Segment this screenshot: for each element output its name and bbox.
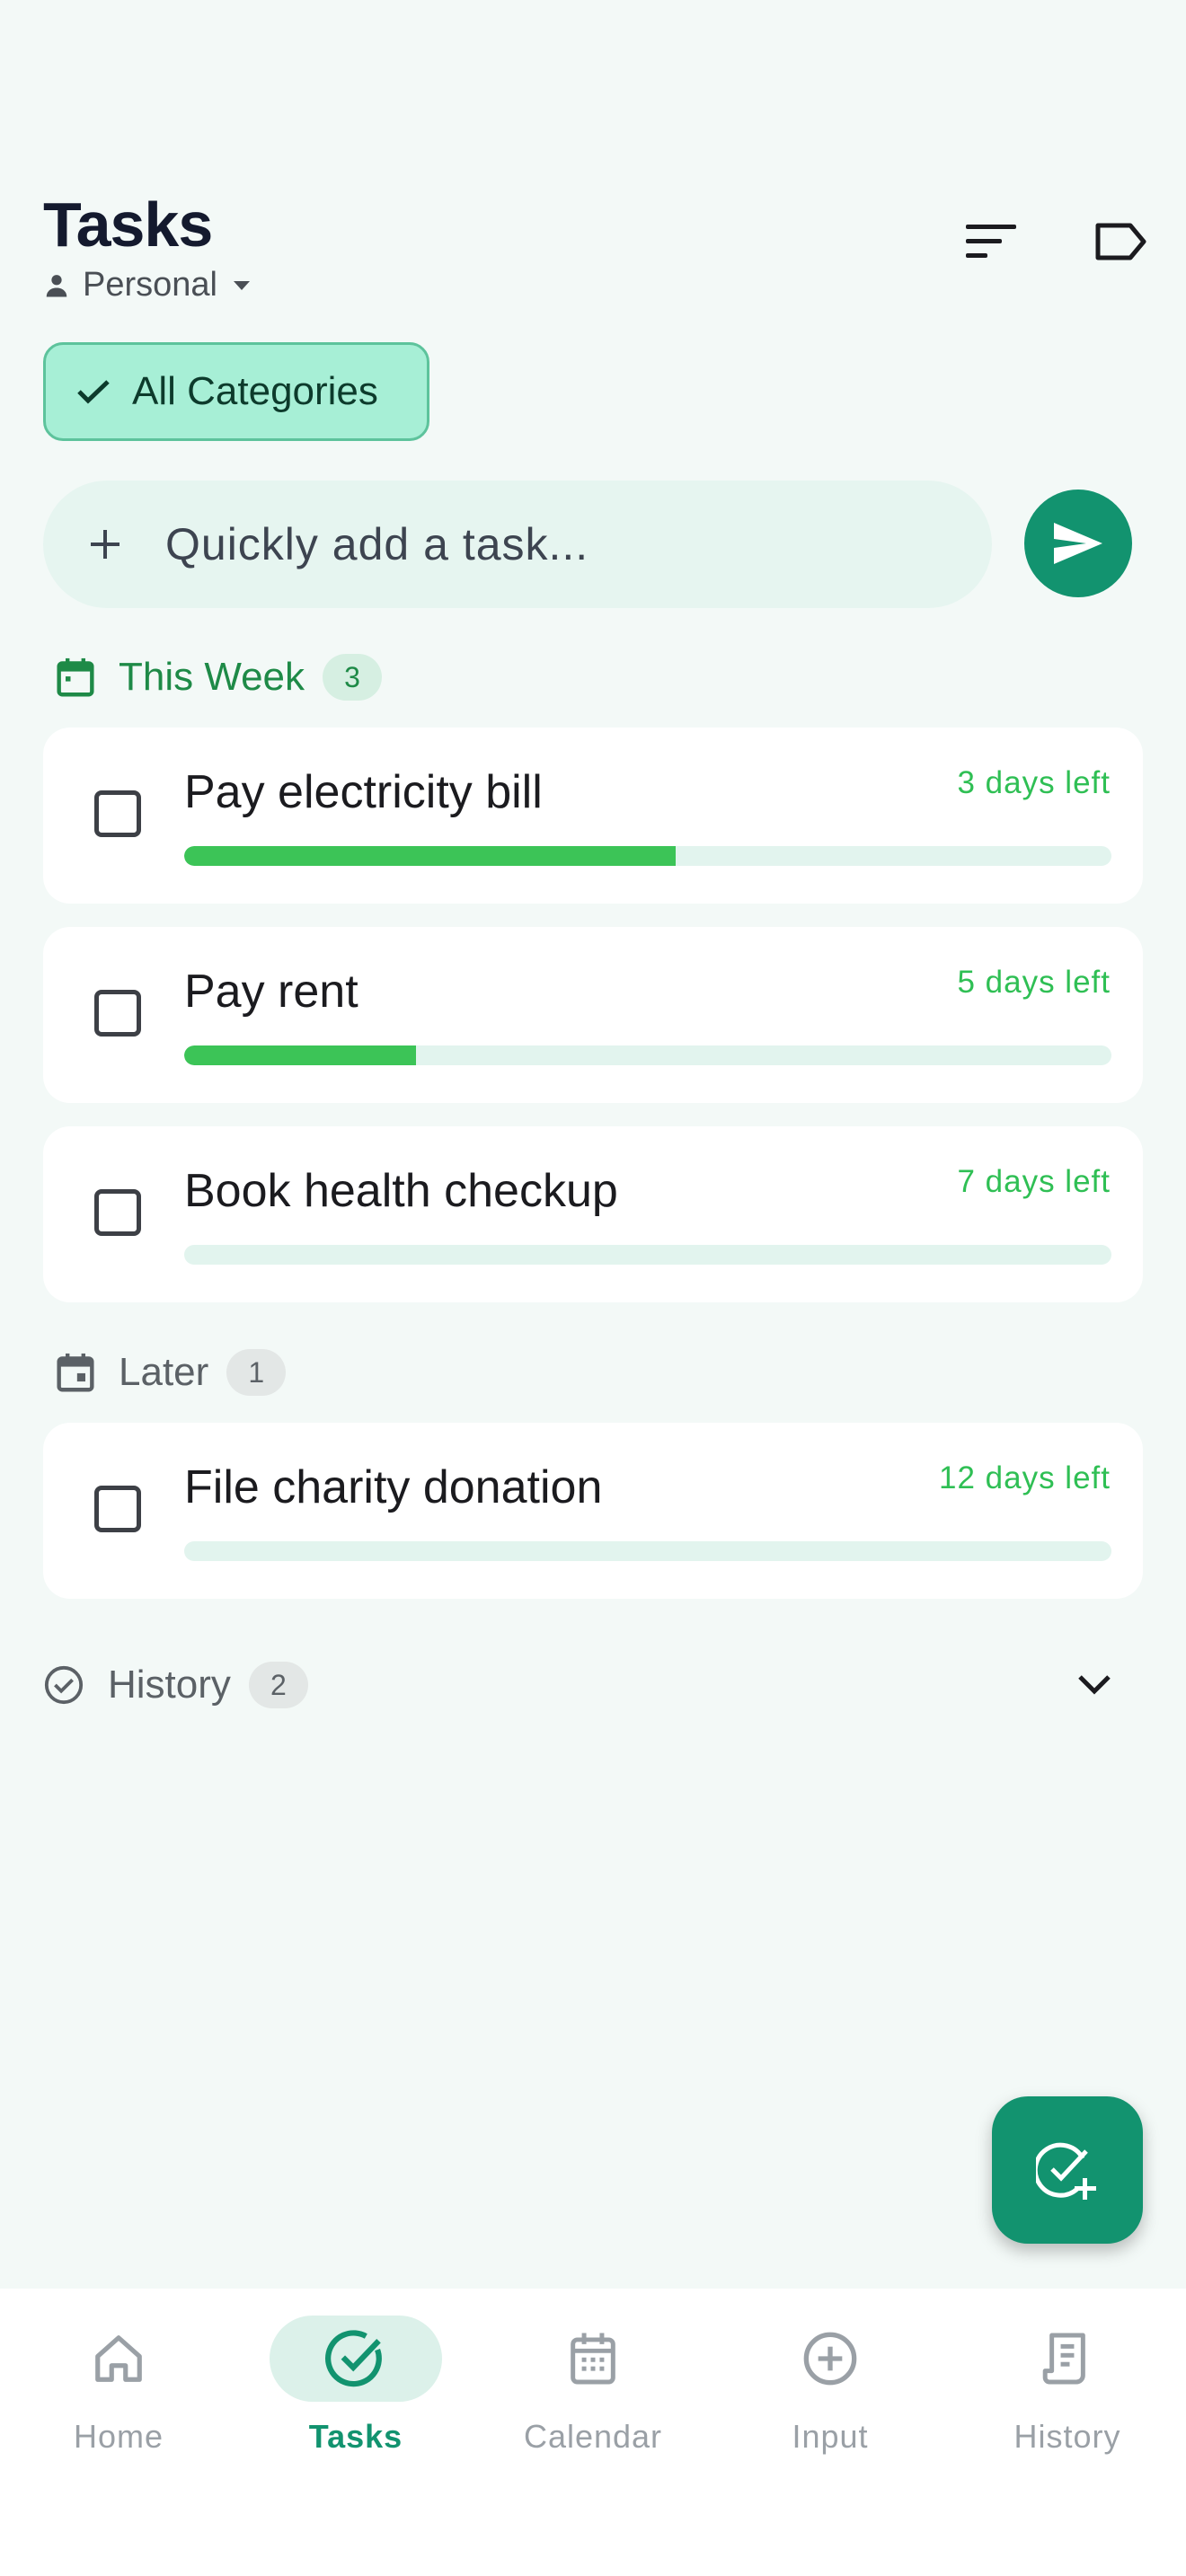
chip-label: All Categories	[132, 369, 378, 413]
send-button[interactable]	[1024, 490, 1132, 597]
task-name: Pay electricity bill	[184, 766, 543, 818]
task-progress-fill	[184, 846, 676, 866]
nav-label: Calendar	[523, 2418, 663, 2455]
home-icon	[95, 2335, 142, 2382]
task-checkbox[interactable]	[94, 1486, 141, 1532]
sort-icon	[966, 225, 1016, 258]
labels-button[interactable]	[1080, 201, 1161, 282]
add-task-fab[interactable]	[992, 2096, 1143, 2244]
history-section-header[interactable]: History 2	[43, 1662, 1112, 1708]
section-title: Later	[119, 1350, 209, 1394]
task-card[interactable]: Pay rent 5 days left	[43, 927, 1143, 1103]
nav-label: Input	[792, 2418, 869, 2455]
quick-add-input[interactable]	[164, 517, 931, 571]
task-progress-fill	[184, 1045, 416, 1065]
label-tag-icon	[1095, 223, 1146, 260]
send-icon	[1054, 523, 1102, 564]
task-due-label: 5 days left	[957, 965, 1111, 1000]
page-title: Tasks	[43, 190, 213, 260]
history-count-badge: 2	[248, 1662, 308, 1708]
task-due-label: 12 days left	[939, 1460, 1111, 1495]
chevron-down-icon[interactable]	[1076, 1673, 1112, 1697]
receipt-icon	[1042, 2333, 1085, 2385]
task-due-label: 3 days left	[957, 765, 1111, 800]
nav-label: History	[1013, 2418, 1121, 2455]
calendar-icon	[571, 2333, 615, 2385]
task-checkbox[interactable]	[94, 1189, 141, 1236]
check-circle-icon	[44, 1665, 84, 1705]
nav-item-calendar[interactable]: Calendar	[474, 2316, 712, 2456]
section-header-later[interactable]: Later 1	[56, 1349, 287, 1396]
task-card[interactable]: File charity donation 12 days left	[43, 1423, 1143, 1599]
nav-item-history[interactable]: History	[949, 2316, 1186, 2456]
task-progress-bar	[184, 1541, 1111, 1561]
task-checkbox[interactable]	[94, 990, 141, 1037]
history-label: History	[108, 1663, 231, 1707]
nav-label: Home	[73, 2418, 164, 2455]
plus-icon	[91, 530, 119, 559]
add-circle-icon	[803, 2332, 857, 2386]
profile-selector[interactable]: Personal	[43, 266, 250, 304]
calendar-icon	[57, 1353, 94, 1392]
dropdown-arrow-icon	[233, 280, 250, 290]
nav-item-input[interactable]: Input	[712, 2316, 949, 2456]
task-name: Pay rent	[184, 966, 358, 1018]
person-icon	[46, 274, 67, 296]
task-card[interactable]: Book health checkup 7 days left	[43, 1126, 1143, 1302]
category-filter-chip[interactable]: All Categories	[43, 342, 429, 441]
nav-item-home[interactable]: Home	[0, 2316, 237, 2456]
bottom-navigation: Home Tasks Calendar Input History	[0, 2289, 1186, 2576]
task-name: Book health checkup	[184, 1165, 618, 1217]
task-progress-bar	[184, 1245, 1111, 1265]
task-card[interactable]: Pay electricity bill 3 days left	[43, 728, 1143, 904]
check-circle-icon	[325, 2330, 382, 2387]
task-checkbox[interactable]	[94, 790, 141, 837]
nav-label: Tasks	[308, 2418, 403, 2455]
section-count-badge: 3	[323, 654, 383, 701]
quick-add-bar[interactable]	[43, 481, 992, 608]
task-due-label: 7 days left	[957, 1164, 1111, 1199]
nav-item-tasks[interactable]: Tasks	[237, 2316, 474, 2456]
add-task-icon	[1036, 2142, 1096, 2200]
task-progress-bar	[184, 1045, 1111, 1065]
task-progress-bar	[184, 846, 1111, 866]
profile-name: Personal	[83, 266, 217, 304]
check-icon	[77, 380, 110, 404]
calendar-icon	[57, 657, 94, 697]
section-header-this-week[interactable]: This Week 3	[56, 654, 383, 701]
task-name: File charity donation	[184, 1461, 603, 1513]
section-count-badge: 1	[226, 1349, 287, 1396]
sort-button[interactable]	[951, 201, 1031, 282]
section-title: This Week	[119, 655, 305, 699]
